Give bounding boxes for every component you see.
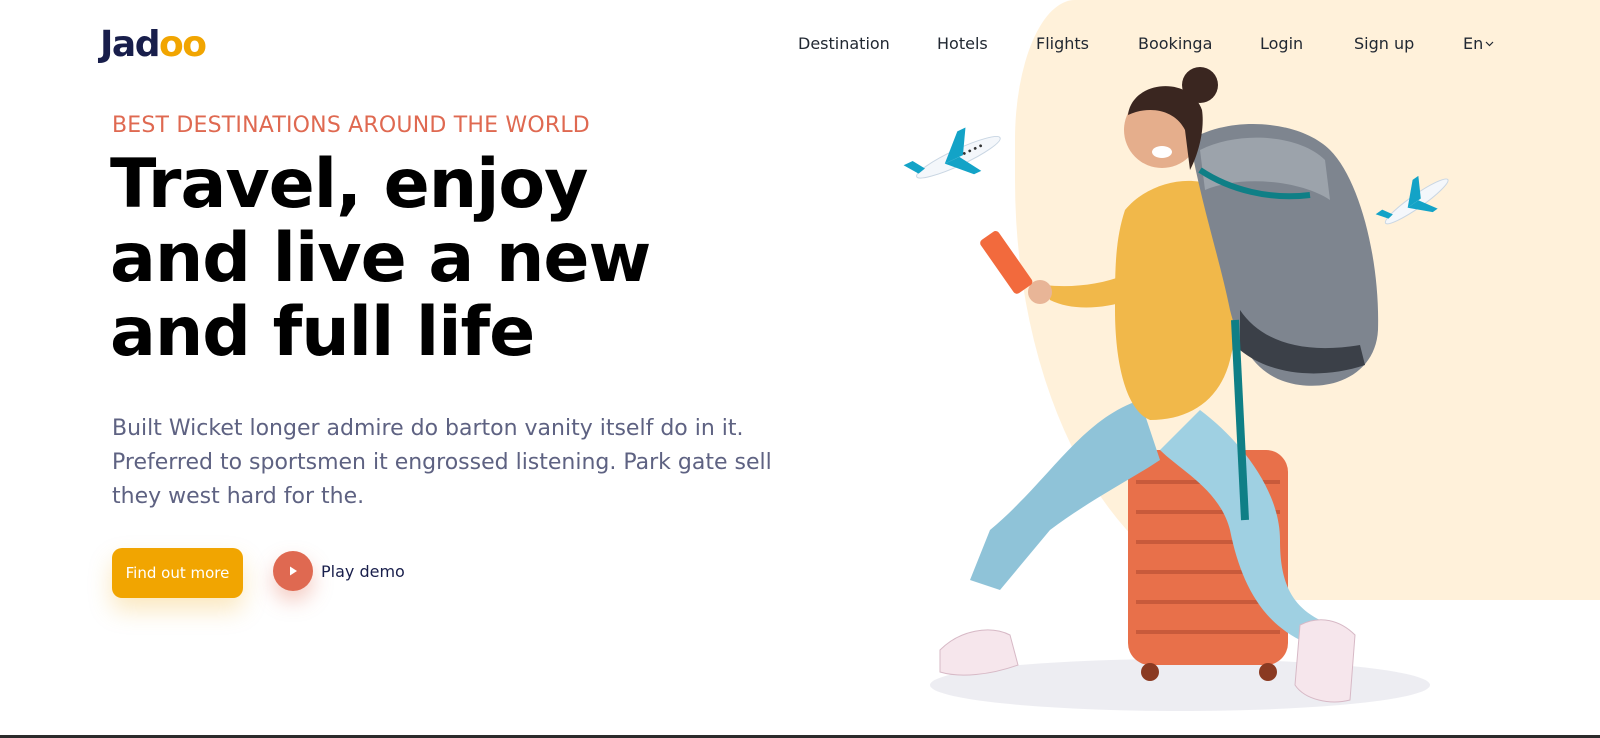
arm [1045, 275, 1130, 308]
description-line: Built Wicket longer admire do barton van… [112, 416, 744, 441]
right-shoe [1294, 619, 1356, 703]
headline-line: and live a new [110, 219, 651, 298]
headline-line: and full life [110, 293, 535, 372]
language-selector[interactable]: En [1463, 34, 1494, 53]
phone [980, 231, 1033, 294]
nav-bookings[interactable]: Bookinga [1138, 34, 1212, 53]
nav-login[interactable]: Login [1260, 34, 1303, 53]
nav-flights[interactable]: Flights [1036, 34, 1089, 53]
hero-description: Built Wicket longer admire do barton van… [112, 412, 792, 514]
headline-line: Travel, enjoy [110, 145, 588, 224]
hero-illustration [903, 67, 1449, 711]
find-out-more-button[interactable]: Find out more [112, 548, 243, 598]
hero-headline: Travel, enjoy and live a new and full li… [110, 145, 651, 372]
nav-signup[interactable]: Sign up [1354, 34, 1414, 53]
left-shoe [939, 629, 1019, 676]
chevron-down-icon [1485, 39, 1494, 50]
airplane-icon [1375, 175, 1449, 225]
nav-hotels[interactable]: Hotels [937, 34, 988, 53]
language-label: En [1463, 34, 1484, 53]
logo-suffix: oo [158, 24, 207, 65]
logo[interactable]: Jadoo [100, 24, 207, 65]
airplane-icon [903, 127, 1001, 179]
play-icon [273, 551, 313, 591]
description-line: Preferred to sportsmen it engrossed list… [112, 450, 772, 475]
play-demo-button[interactable]: Play demo [273, 551, 405, 591]
description-line: they west hard for the. [112, 484, 365, 509]
hero-eyebrow: BEST DESTINATIONS AROUND THE WORLD [112, 113, 590, 138]
play-demo-label: Play demo [321, 561, 405, 581]
nav-destination[interactable]: Destination [798, 34, 890, 53]
logo-prefix: Jad [100, 24, 160, 65]
